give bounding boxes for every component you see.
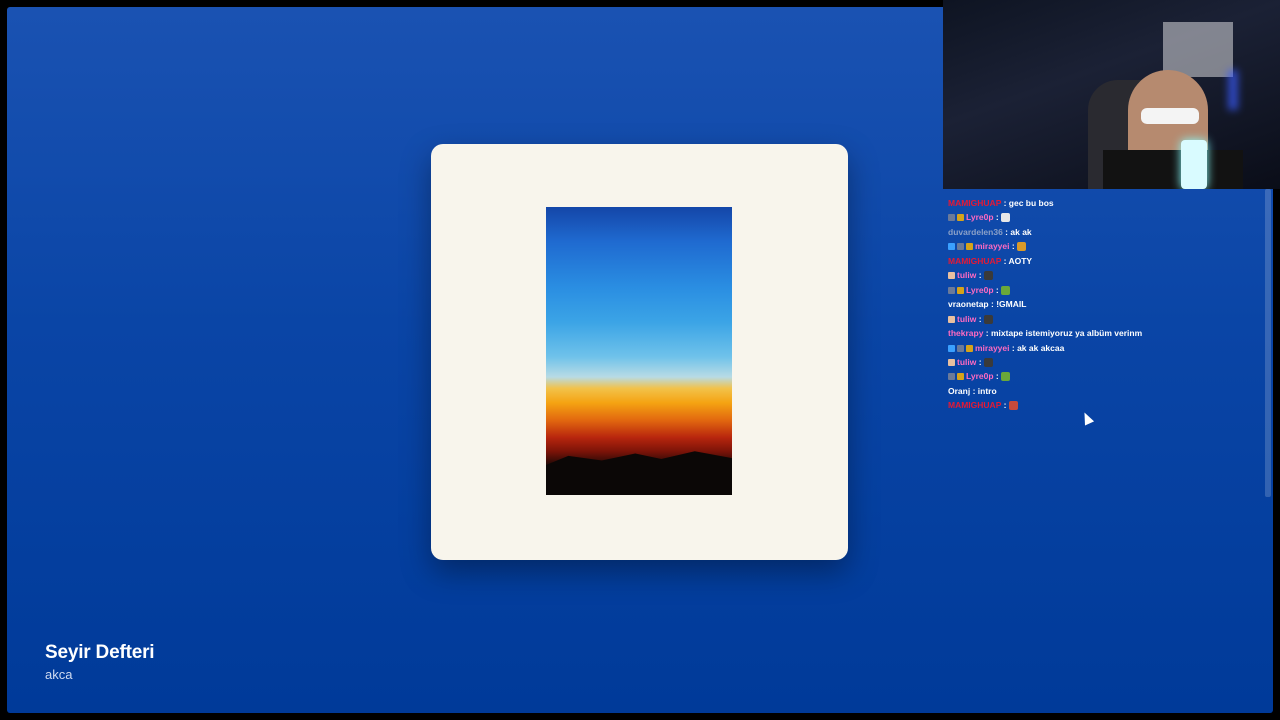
track-title: Seyir Defteri [45,642,155,663]
chat-separator: : [993,212,1002,223]
frog-emote [1001,285,1011,295]
face-emote [983,357,993,367]
chat-separator: : [983,328,991,339]
chat-message: mirayyei : [948,239,1027,253]
chat-username[interactable]: Oranj [948,386,970,396]
chat-message: MAMIGHUAP : gec bu bos [948,196,1054,210]
dance-emote [1017,242,1027,252]
finger-emote [1001,213,1011,223]
chat-scrollbar[interactable] [1265,189,1271,497]
chat-text: !GMAIL [996,299,1027,310]
chat-badge-icon [957,243,964,251]
chat-badge-icon [957,286,964,294]
chat-badge-icon [948,286,955,294]
microphone [1181,140,1207,189]
chat-message: tuliw : [948,312,993,326]
bookshelf [1163,22,1233,77]
chat-separator: : [993,371,1002,382]
chat-message: Lyre0p : [948,283,1011,297]
chat-message: Lyre0p : [948,210,1011,224]
chat-badge-icon [948,214,955,222]
chat-text: intro [977,385,997,396]
chat-username[interactable]: duvardelen36 [948,227,1003,237]
chat-separator: : [993,284,1002,295]
chat-separator: : [976,356,984,367]
chat-username[interactable]: tuliw [957,314,976,324]
chat-message: mirayyei : ak ak akcaa [948,341,1064,355]
chat-badge-icon [948,373,955,381]
chat-username[interactable]: MAMIGHUAP [948,198,1001,208]
chat-username[interactable]: mirayyei [975,241,1010,251]
chat-badge-icon [948,272,955,280]
chat-badge-icon [948,315,955,323]
chat-message: MAMIGHUAP : [948,398,1018,412]
chat-separator: : [1009,241,1018,252]
chat-username[interactable]: Lyre0p [966,285,994,295]
chat-text: ak ak akcaa [1017,342,1065,353]
chat-username[interactable]: thekrapy [948,328,983,338]
chat-message: duvardelen36 : ak ak [948,225,1032,239]
chat-username[interactable]: tuliw [957,357,976,367]
chat-separator: : [1001,400,1009,411]
chat-text: AOTY [1008,255,1033,266]
chat-badge-icon [957,373,964,381]
chat-separator: : [976,313,984,324]
painting-silhouette [546,451,732,495]
frog-emote [1001,372,1011,382]
chat-badge-icon [948,344,955,352]
face-emote [983,271,993,281]
chat-message: tuliw : [948,355,993,369]
chat-badge-icon [948,358,955,366]
chat-username[interactable]: MAMIGHUAP [948,256,1001,266]
chat-separator: : [1001,198,1009,208]
chat-badge-icon [966,243,973,251]
chat-username[interactable]: mirayyei [975,343,1010,353]
album-art-card [431,144,848,560]
chat-username[interactable]: Lyre0p [966,212,994,222]
chat-message: MAMIGHUAP : AOTY [948,254,1032,268]
chat-text: gec bu bos [1008,198,1054,208]
chat-separator: : [976,270,984,281]
chat-message: Oranj : intro [948,384,997,398]
chat-text: mixtape istemiyoruz ya albüm verinm [991,328,1143,339]
chat-message: thekrapy : mixtape istemiyoruz ya albüm … [948,326,1142,340]
chat-username[interactable]: Lyre0p [966,371,994,381]
chat-separator: : [970,385,978,396]
chat-overlay: MAMIGHUAP : gec bu bos Lyre0p : duvardele… [943,189,1280,509]
chat-text: ak ak [1010,226,1032,237]
chat-badge-icon [957,344,964,352]
chat-badge-icon [948,243,955,251]
chat-separator: : [1009,342,1018,353]
chat-username[interactable]: vraonetap [948,299,989,309]
sunglasses [1141,108,1199,124]
chat-message: Lyre0p : [948,369,1011,383]
chat-badge-icon [957,214,964,222]
chat-message: vraonetap : !GMAIL [948,297,1026,311]
chat-badge-icon [966,344,973,352]
chat-username[interactable]: MAMIGHUAP [948,400,1001,410]
album-cover-painting [546,207,732,495]
chat-message: tuliw : [948,268,993,282]
webcam-overlay [943,0,1280,189]
cat-emote [1008,401,1018,411]
streamer-shirt [1103,150,1243,189]
face-emote [983,314,993,324]
chat-username[interactable]: tuliw [957,270,976,280]
track-artist[interactable]: akca [45,667,72,682]
led-light [1228,70,1238,110]
